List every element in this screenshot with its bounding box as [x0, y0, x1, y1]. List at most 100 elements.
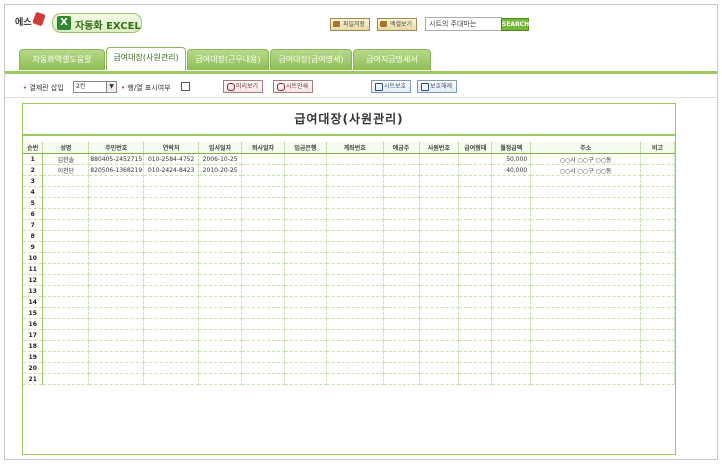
- table-cell[interactable]: [241, 285, 285, 297]
- table-cell[interactable]: [530, 197, 641, 209]
- settle-select[interactable]: 2칸 ▼: [73, 81, 117, 93]
- table-cell[interactable]: [458, 219, 493, 231]
- table-cell[interactable]: [458, 362, 493, 374]
- table-cell[interactable]: [284, 362, 327, 374]
- table-cell[interactable]: [530, 329, 641, 341]
- table-cell[interactable]: [383, 285, 420, 297]
- table-cell[interactable]: [42, 340, 90, 352]
- table-cell[interactable]: [458, 186, 493, 198]
- table-cell[interactable]: [458, 307, 493, 319]
- table-cell[interactable]: [383, 274, 420, 286]
- table-cell[interactable]: [458, 351, 493, 363]
- table-cell[interactable]: [241, 197, 285, 209]
- table-cell[interactable]: [383, 230, 420, 242]
- table-cell[interactable]: [326, 329, 384, 341]
- table-cell[interactable]: [458, 252, 493, 264]
- tab-employee-management[interactable]: 급여대장(사원관리): [106, 47, 186, 70]
- table-cell[interactable]: [241, 186, 285, 198]
- table-cell[interactable]: [491, 252, 532, 264]
- table-cell[interactable]: [198, 340, 243, 352]
- table-cell[interactable]: [530, 362, 641, 374]
- table-cell[interactable]: [530, 230, 641, 242]
- table-cell[interactable]: [419, 263, 460, 275]
- table-cell[interactable]: [383, 153, 420, 165]
- table-cell[interactable]: [143, 230, 200, 242]
- table-cell[interactable]: [88, 219, 145, 231]
- table-cell[interactable]: [241, 252, 285, 264]
- table-cell[interactable]: [530, 208, 641, 220]
- table-cell[interactable]: [198, 307, 243, 319]
- table-cell[interactable]: [419, 285, 460, 297]
- table-cell[interactable]: 880405-2452715: [88, 153, 145, 165]
- table-cell[interactable]: [42, 285, 90, 297]
- table-cell[interactable]: [143, 296, 200, 308]
- table-cell[interactable]: [326, 296, 384, 308]
- unprotect-button[interactable]: 보호해제: [417, 80, 458, 93]
- table-cell[interactable]: [143, 252, 200, 264]
- table-cell[interactable]: [419, 351, 460, 363]
- table-cell[interactable]: [88, 230, 145, 242]
- table-cell[interactable]: [88, 362, 145, 374]
- table-cell[interactable]: [383, 373, 420, 385]
- table-cell[interactable]: [640, 362, 675, 374]
- table-cell[interactable]: [88, 340, 145, 352]
- table-cell[interactable]: [198, 373, 243, 385]
- table-cell[interactable]: [88, 296, 145, 308]
- table-cell[interactable]: [198, 329, 243, 341]
- table-cell[interactable]: [284, 175, 327, 187]
- table-cell[interactable]: [88, 197, 145, 209]
- excel-view-button[interactable]: 엑셀보기: [377, 18, 418, 31]
- table-cell[interactable]: [491, 296, 532, 308]
- table-cell[interactable]: [42, 241, 90, 253]
- table-cell[interactable]: 2010-20-25: [198, 164, 243, 176]
- table-cell[interactable]: [284, 351, 327, 363]
- table-cell[interactable]: [419, 307, 460, 319]
- table-cell[interactable]: [326, 274, 384, 286]
- table-cell[interactable]: [143, 285, 200, 297]
- table-cell[interactable]: [458, 175, 493, 187]
- table-cell[interactable]: [383, 351, 420, 363]
- table-cell[interactable]: [419, 219, 460, 231]
- table-cell[interactable]: [88, 329, 145, 341]
- table-cell[interactable]: [419, 329, 460, 341]
- table-cell[interactable]: [241, 274, 285, 286]
- table-cell[interactable]: [42, 351, 90, 363]
- table-cell[interactable]: [88, 186, 145, 198]
- print-button[interactable]: 시트인쇄: [273, 80, 314, 93]
- table-cell[interactable]: [640, 153, 675, 165]
- table-cell[interactable]: [458, 263, 493, 275]
- table-cell[interactable]: 40,000: [491, 164, 532, 176]
- table-cell[interactable]: [419, 274, 460, 286]
- table-cell[interactable]: [530, 351, 641, 363]
- table-cell[interactable]: [383, 175, 420, 187]
- table-cell[interactable]: [143, 351, 200, 363]
- table-cell[interactable]: [640, 186, 675, 198]
- table-cell[interactable]: [88, 274, 145, 286]
- table-cell[interactable]: [491, 307, 532, 319]
- table-cell[interactable]: [640, 274, 675, 286]
- preview-button[interactable]: 미리보기: [223, 80, 264, 93]
- table-cell[interactable]: [491, 175, 532, 187]
- table-cell[interactable]: [458, 230, 493, 242]
- table-cell[interactable]: [42, 263, 90, 275]
- table-cell[interactable]: [326, 351, 384, 363]
- table-cell[interactable]: [143, 362, 200, 374]
- table-cell[interactable]: [326, 307, 384, 319]
- table-cell[interactable]: [383, 296, 420, 308]
- table-cell[interactable]: [326, 285, 384, 297]
- table-cell[interactable]: [640, 296, 675, 308]
- table-cell[interactable]: [419, 164, 460, 176]
- table-cell[interactable]: [491, 186, 532, 198]
- table-cell[interactable]: [419, 197, 460, 209]
- table-cell[interactable]: [491, 263, 532, 275]
- table-cell[interactable]: [383, 318, 420, 330]
- table-cell[interactable]: [383, 252, 420, 264]
- table-cell[interactable]: [530, 241, 641, 253]
- table-cell[interactable]: [491, 197, 532, 209]
- table-cell[interactable]: [326, 197, 384, 209]
- table-cell[interactable]: [88, 318, 145, 330]
- table-cell[interactable]: [198, 263, 243, 275]
- table-cell[interactable]: [284, 307, 327, 319]
- table-cell[interactable]: [241, 164, 285, 176]
- protect-sheet-button[interactable]: 시트보호: [371, 80, 412, 93]
